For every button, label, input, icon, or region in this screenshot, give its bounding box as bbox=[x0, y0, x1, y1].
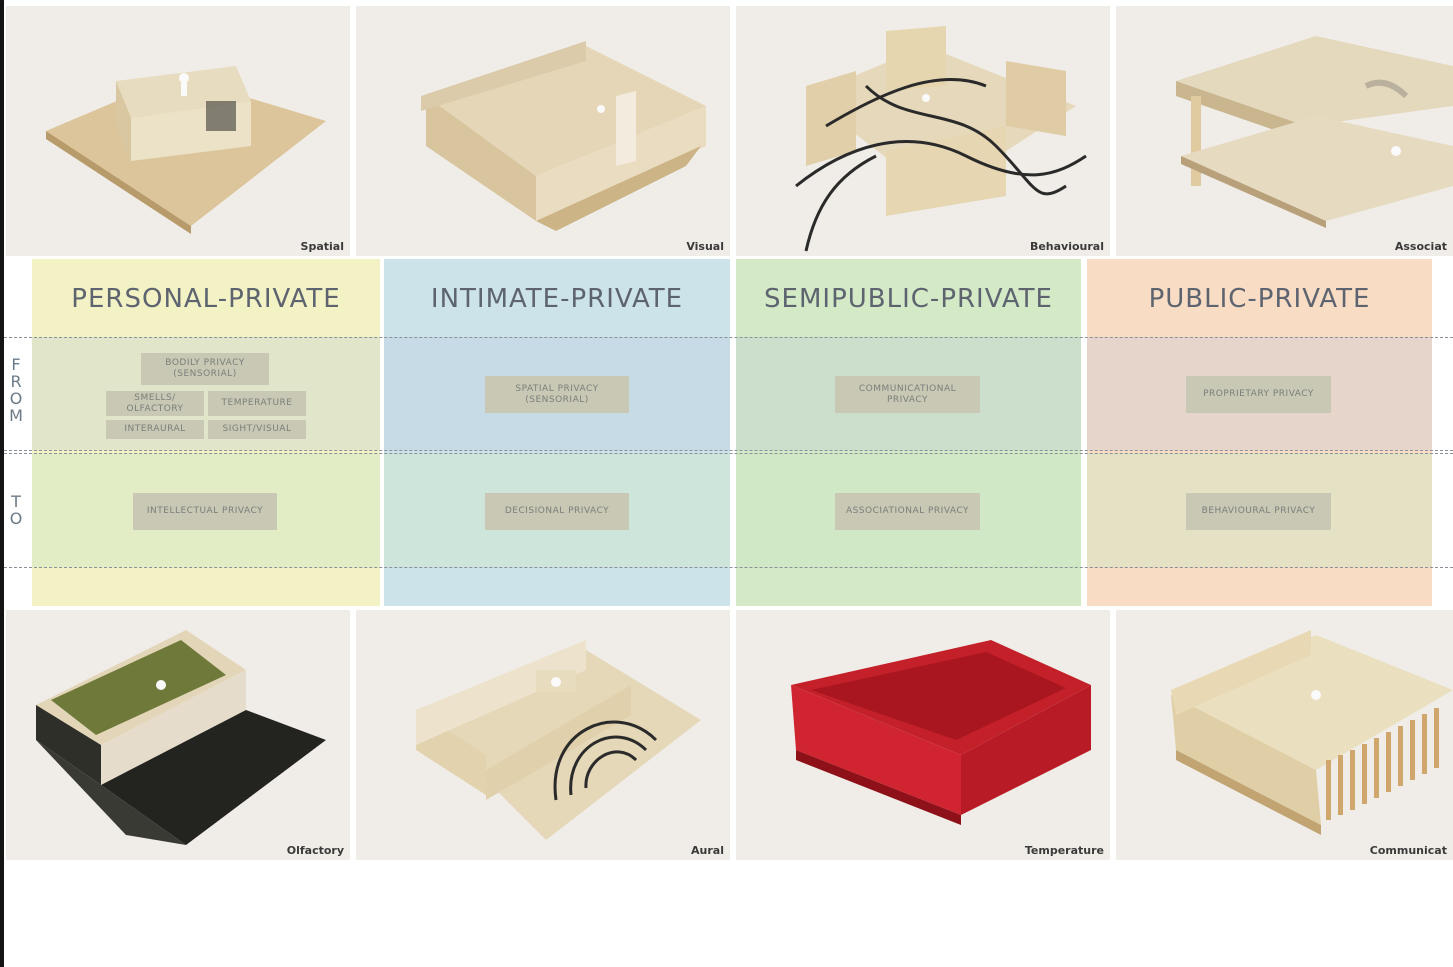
row-label-letter: R bbox=[10, 372, 22, 391]
category-title: INTIMATE-PRIVATE bbox=[430, 284, 684, 314]
photo-associational-model: Associat bbox=[1116, 6, 1453, 256]
from-row-bottom-line bbox=[4, 450, 1453, 451]
photo-caption: Olfactory bbox=[286, 844, 344, 857]
photo-aural-model: Aural bbox=[356, 610, 730, 860]
category-semipublic-private: SEMIPUBLIC-PRIVATE bbox=[736, 259, 1081, 606]
photo-communicational-model: Communicat bbox=[1116, 610, 1453, 860]
row-label-letter: F bbox=[11, 355, 21, 374]
photo-caption: Communicat bbox=[1369, 844, 1447, 857]
row-label-to: T O bbox=[8, 493, 24, 527]
photo-caption: Aural bbox=[691, 844, 724, 857]
photo-behavioural-model: Behavioural bbox=[736, 6, 1110, 256]
row-label-letter: T bbox=[11, 492, 21, 511]
tag-proprietary-privacy: PROPRIETARY PRIVACY bbox=[1186, 376, 1331, 413]
row-label-from: F R O M bbox=[8, 356, 24, 424]
photo-caption: Spatial bbox=[300, 240, 344, 253]
photo-spatial-model: Spatial bbox=[6, 6, 350, 256]
category-title: PUBLIC-PRIVATE bbox=[1148, 284, 1371, 314]
photo-caption: Temperature bbox=[1024, 844, 1104, 857]
tag-behavioural-privacy: BEHAVIOURAL PRIVACY bbox=[1186, 493, 1331, 530]
tag-intellectual-privacy: INTELLECTUAL PRIVACY bbox=[133, 493, 277, 530]
tag-smells-olfactory: SMELLS/ OLFACTORY bbox=[106, 391, 204, 416]
to-row-bottom-line bbox=[4, 567, 1453, 568]
tag-bodily-privacy: BODILY PRIVACY (SENSORIAL) bbox=[141, 353, 269, 385]
category-title: PERSONAL-PRIVATE bbox=[71, 284, 341, 314]
to-row-top-line bbox=[4, 453, 1453, 454]
tag-interaural: INTERAURAL bbox=[106, 420, 204, 439]
photo-olfactory-model: Olfactory bbox=[6, 610, 350, 860]
row-label-letter: O bbox=[9, 389, 23, 408]
photo-caption: Visual bbox=[686, 240, 724, 253]
photo-caption: Associat bbox=[1394, 240, 1447, 253]
tag-decisional-privacy: DECISIONAL PRIVACY bbox=[485, 493, 629, 530]
left-border bbox=[0, 0, 4, 967]
tag-communicational-privacy: COMMUNICATIONAL PRIVACY bbox=[835, 376, 980, 413]
row-label-letter: M bbox=[9, 406, 23, 425]
tag-temperature: TEMPERATURE bbox=[208, 391, 306, 416]
category-intimate-private: INTIMATE-PRIVATE bbox=[384, 259, 730, 606]
tag-spatial-privacy: SPATIAL PRIVACY (SENSORIAL) bbox=[485, 376, 629, 413]
tag-associational-privacy: ASSOCIATIONAL PRIVACY bbox=[835, 493, 980, 530]
tag-sight-visual: SIGHT/VISUAL bbox=[208, 420, 306, 439]
photo-visual-model: Visual bbox=[356, 6, 730, 256]
from-row-top-line bbox=[4, 337, 1453, 338]
category-personal-private: PERSONAL-PRIVATE bbox=[32, 259, 380, 606]
photo-caption: Behavioural bbox=[1029, 240, 1104, 253]
category-public-private: PUBLIC-PRIVATE bbox=[1087, 259, 1432, 606]
category-title: SEMIPUBLIC-PRIVATE bbox=[764, 284, 1053, 314]
row-label-letter: O bbox=[9, 509, 23, 528]
photo-temperature-model: Temperature bbox=[736, 610, 1110, 860]
